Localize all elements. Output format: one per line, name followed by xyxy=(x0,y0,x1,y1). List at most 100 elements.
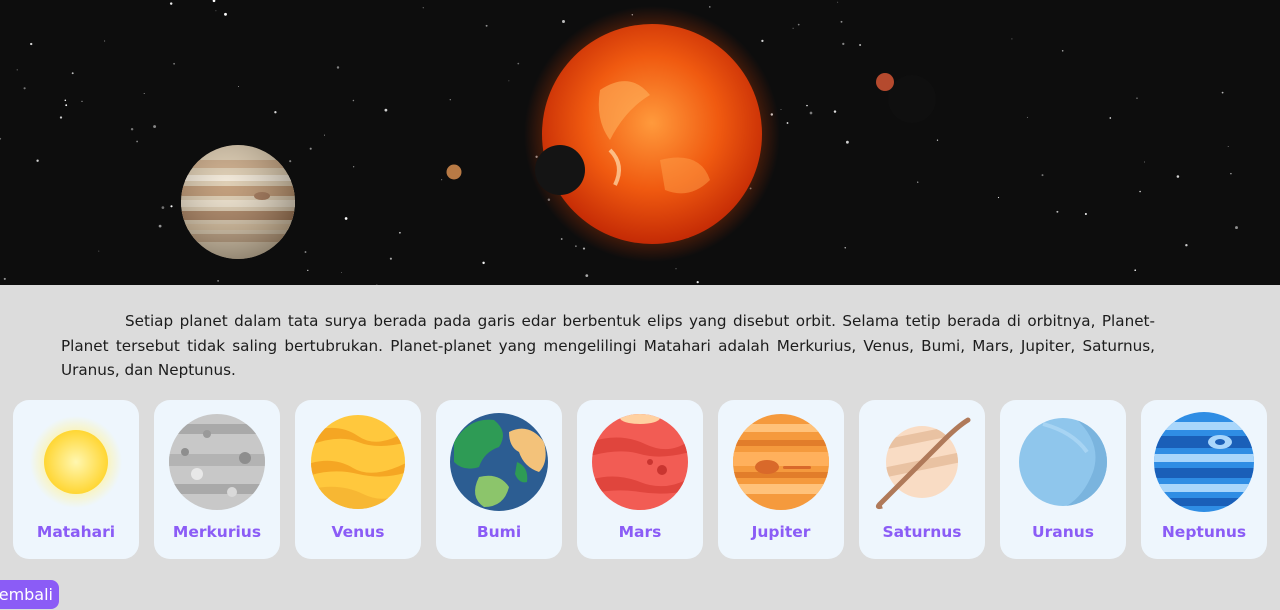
star xyxy=(59,116,63,119)
star xyxy=(158,224,162,228)
star xyxy=(859,43,862,47)
sun xyxy=(542,24,762,244)
planet-card-merkurius[interactable]: Merkurius xyxy=(154,400,280,559)
planet-card-saturnus[interactable]: Saturnus xyxy=(859,400,985,559)
star xyxy=(224,12,227,16)
star xyxy=(575,245,577,248)
star xyxy=(353,166,355,168)
star xyxy=(398,231,401,234)
planet-label: Matahari xyxy=(36,523,116,541)
star xyxy=(997,196,1000,199)
star xyxy=(1235,226,1238,230)
star xyxy=(212,0,216,3)
star xyxy=(3,277,6,280)
star xyxy=(1026,116,1028,118)
star xyxy=(71,72,74,75)
star xyxy=(169,2,173,5)
star xyxy=(809,111,813,115)
planet-card-uranus[interactable]: Uranus xyxy=(1000,400,1126,559)
planet-label: Neptunus xyxy=(1161,523,1247,541)
sun-icon xyxy=(30,416,122,508)
star xyxy=(517,62,520,65)
planet-card-mars[interactable]: Mars xyxy=(577,400,703,559)
star xyxy=(1134,269,1137,272)
small-brown-planet xyxy=(446,164,462,180)
planet-label: Merkurius xyxy=(172,523,262,541)
star xyxy=(842,42,845,46)
planet-label: Saturnus xyxy=(882,523,962,541)
star xyxy=(709,6,711,8)
planet-label: Mars xyxy=(618,523,662,541)
description-text: Setiap planet dalam tata surya berada pa… xyxy=(61,312,1155,379)
planet-card-matahari[interactable]: Matahari xyxy=(13,400,139,559)
star xyxy=(1144,161,1145,163)
star xyxy=(153,125,157,129)
star xyxy=(336,66,340,69)
star xyxy=(917,181,919,183)
star xyxy=(309,147,312,150)
star xyxy=(340,272,342,274)
jupiter-icon xyxy=(733,414,829,510)
planet-card-neptunus[interactable]: Neptunus xyxy=(1141,400,1267,559)
star xyxy=(441,179,443,181)
star xyxy=(136,140,138,143)
star xyxy=(324,134,325,136)
star xyxy=(1230,172,1232,175)
star xyxy=(485,24,488,27)
star xyxy=(289,160,292,163)
planet-label: Jupiter xyxy=(751,523,811,541)
star xyxy=(560,238,563,240)
star xyxy=(170,205,173,208)
neptune-icon xyxy=(1154,412,1254,512)
star xyxy=(16,69,18,71)
space-illustration xyxy=(0,0,1238,285)
planet-card-bumi[interactable]: Bumi xyxy=(436,400,562,559)
star xyxy=(585,274,589,277)
dark-moon xyxy=(535,145,585,195)
star xyxy=(696,281,699,284)
star xyxy=(844,247,846,249)
star xyxy=(449,99,451,101)
star xyxy=(143,92,145,95)
star xyxy=(352,99,355,102)
planet-card-jupiter[interactable]: Jupiter xyxy=(718,400,844,559)
mercury-icon xyxy=(169,414,265,510)
planet-label: Uranus xyxy=(1032,523,1094,541)
star xyxy=(675,268,677,270)
star xyxy=(482,261,485,265)
planet-card-venus[interactable]: Venus xyxy=(295,400,421,559)
star xyxy=(846,140,849,144)
star xyxy=(376,284,378,285)
star xyxy=(562,20,565,23)
uranus-icon xyxy=(1019,418,1107,506)
star xyxy=(1221,91,1224,94)
solar-system-banner xyxy=(0,0,1280,285)
star xyxy=(840,20,843,23)
star xyxy=(1176,175,1180,178)
star xyxy=(304,251,307,253)
star xyxy=(384,108,388,112)
mars-icon xyxy=(592,414,688,510)
star xyxy=(215,10,217,12)
jupiter xyxy=(181,145,295,259)
star xyxy=(65,104,68,107)
star xyxy=(274,111,277,114)
star xyxy=(81,100,83,103)
star xyxy=(30,42,33,46)
star xyxy=(797,23,800,26)
star xyxy=(307,269,309,272)
saturn-icon xyxy=(875,417,971,510)
star xyxy=(761,39,764,43)
star xyxy=(1084,212,1087,216)
dark-moon xyxy=(888,75,936,123)
star xyxy=(36,159,39,162)
venus-icon xyxy=(311,415,405,509)
star xyxy=(389,257,392,260)
star xyxy=(1136,97,1138,99)
back-button[interactable]: embali xyxy=(0,580,59,609)
star xyxy=(1227,146,1229,148)
star xyxy=(1185,243,1188,247)
star xyxy=(837,1,839,3)
star xyxy=(161,206,165,209)
star xyxy=(1056,210,1059,213)
